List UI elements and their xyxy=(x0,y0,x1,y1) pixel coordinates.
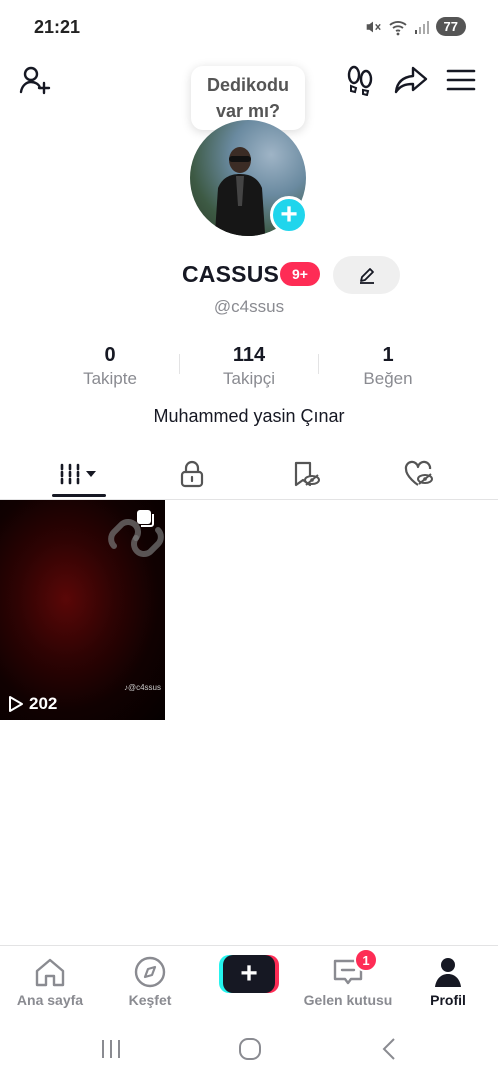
compass-icon xyxy=(134,956,166,988)
pencil-icon xyxy=(359,268,374,284)
stat-value: 1 xyxy=(382,344,394,366)
battery-indicator: 77 xyxy=(435,17,466,36)
bubble-line-1: Dedikodu xyxy=(206,75,289,95)
edit-profile-button[interactable] xyxy=(333,256,400,294)
recents-button[interactable] xyxy=(91,1034,131,1064)
stat-likes[interactable]: 1 Beğen xyxy=(318,344,458,389)
tab-reposts[interactable] xyxy=(250,448,362,500)
user-handle: @c4ssus xyxy=(213,297,285,316)
grid-dropdown-icon xyxy=(60,463,96,485)
share-arrow-icon xyxy=(394,66,428,94)
home-icon xyxy=(35,958,65,987)
status-bar: 21:21 77 xyxy=(0,0,498,56)
add-story-button[interactable]: + xyxy=(270,196,308,234)
back-chevron-icon xyxy=(382,1038,395,1060)
video-views: 202 xyxy=(8,694,57,714)
stat-label: Takipte xyxy=(83,369,137,388)
stat-followers[interactable]: 114 Takipçi xyxy=(179,344,319,389)
bio-text: Muhammed yasin Çınar xyxy=(153,406,345,426)
home-system-button[interactable] xyxy=(230,1034,270,1064)
stat-following[interactable]: 0 Takipte xyxy=(40,344,180,389)
video-watermark-tag: ♪@c4ssus xyxy=(123,683,161,692)
stat-label: Takipçi xyxy=(223,369,275,388)
nav-profile[interactable]: Profil xyxy=(398,954,498,1008)
nav-home[interactable]: Ana sayfa xyxy=(0,954,100,1008)
avatar-photo-icon xyxy=(214,147,266,236)
back-button[interactable] xyxy=(370,1034,410,1064)
nav-inbox[interactable]: 1 Gelen kutusu xyxy=(298,948,398,1008)
stat-label: Beğen xyxy=(363,369,413,388)
bottom-nav: Ana sayfa Keşfet + 1 Gelen kutusu Profil xyxy=(0,945,498,1020)
nav-label: Profil xyxy=(430,992,466,1008)
add-friend-button[interactable] xyxy=(17,62,53,98)
bookmark-hidden-icon xyxy=(294,461,320,487)
nav-discover[interactable]: Keşfet xyxy=(100,954,200,1008)
heart-hidden-icon xyxy=(404,460,433,486)
status-icons: 77 xyxy=(364,17,466,36)
stats-row: 0 Takipte 114 Takipçi 1 Beğen xyxy=(0,344,498,394)
system-nav-bar xyxy=(0,1020,498,1080)
hamburger-icon xyxy=(446,69,476,91)
plus-icon: + xyxy=(223,955,275,993)
profile-views-button[interactable] xyxy=(342,62,378,98)
menu-button[interactable] xyxy=(443,62,479,98)
footprint-icon xyxy=(347,65,373,96)
home-circle-icon xyxy=(239,1038,261,1060)
lock-icon xyxy=(180,460,204,488)
mute-icon xyxy=(366,21,381,32)
create-button[interactable]: + xyxy=(219,955,279,993)
nav-label: Gelen kutusu xyxy=(303,992,393,1008)
profile-person-icon xyxy=(435,958,461,987)
view-count: 202 xyxy=(29,694,58,713)
tab-videos[interactable] xyxy=(23,448,135,500)
inbox-badge: 1 xyxy=(354,948,378,972)
notification-badge[interactable]: 9+ xyxy=(280,262,320,286)
profile-tabs xyxy=(0,448,498,500)
name-row: CASSUS 9+ xyxy=(0,256,498,294)
share-profile-button[interactable] xyxy=(393,62,429,98)
nav-label: Ana sayfa xyxy=(16,992,84,1008)
recents-icon xyxy=(102,1040,120,1058)
stat-value: 114 xyxy=(232,344,266,366)
status-time: 21:21 xyxy=(34,17,81,37)
play-icon xyxy=(9,696,23,712)
multi-photo-icon xyxy=(137,510,154,527)
username: CASSUS xyxy=(182,261,280,287)
signal-icon xyxy=(414,20,429,34)
stat-value: 0 xyxy=(104,344,116,366)
active-tab-indicator xyxy=(52,494,106,497)
nav-label: Keşfet xyxy=(128,992,172,1008)
add-person-icon xyxy=(19,66,51,95)
tab-liked[interactable] xyxy=(363,448,475,500)
tab-private[interactable] xyxy=(136,448,248,500)
wifi-icon xyxy=(388,20,407,35)
video-thumbnail[interactable]: ♪@c4ssus 202 xyxy=(0,500,165,720)
